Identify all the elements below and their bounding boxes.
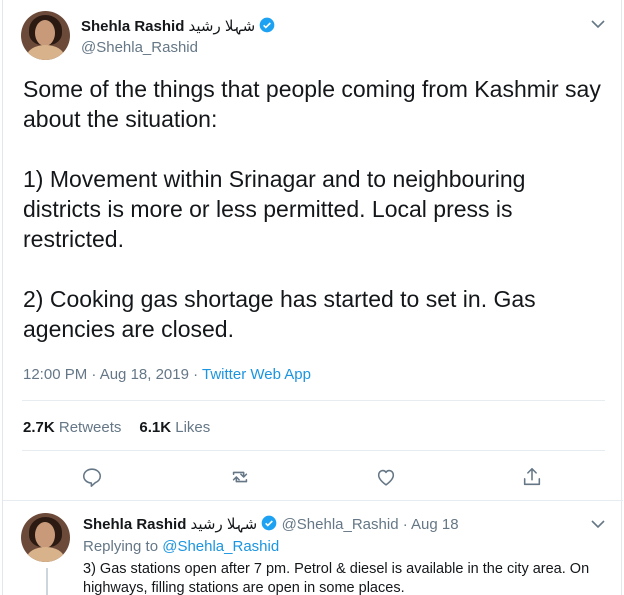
tweet-timestamp[interactable]: 12:00 PM · Aug 18, 2019 · <box>23 366 202 383</box>
retweet-icon[interactable] <box>229 466 251 488</box>
tweet-paragraph-2: 1) Movement within Srinagar and to neigh… <box>23 166 526 252</box>
source-app-link[interactable]: Twitter Web App <box>202 366 311 383</box>
reply-avatar[interactable] <box>21 513 70 562</box>
tweet-metadata: 12:00 PM · Aug 18, 2019 · Twitter Web Ap… <box>23 366 311 383</box>
replying-to-link[interactable]: @Shehla_Rashid <box>162 538 279 555</box>
verified-badge-icon <box>260 17 275 33</box>
author-name-text[interactable]: Shehla Rashid <box>81 18 184 35</box>
tweet-body: Some of the things that people coming fr… <box>23 74 603 374</box>
reply-author-line: Shehla Rashid شہلا رشید @Shehla_Rashid ·… <box>83 515 459 533</box>
divider <box>22 450 605 451</box>
divider <box>22 400 605 401</box>
retweets-count: 2.7K <box>23 419 55 436</box>
tweet-frame: Shehla Rashid شہلا رشید @Shehla_Rashid S… <box>2 0 623 595</box>
tweet-paragraph-1: Some of the things that people coming fr… <box>23 76 601 132</box>
retweets-label: Retweets <box>58 419 122 436</box>
share-icon[interactable] <box>521 466 543 488</box>
replying-prefix: Replying to <box>83 538 163 555</box>
reply-icon[interactable] <box>81 466 103 488</box>
reply-tweet-body: 3) Gas stations open after 7 pm. Petrol … <box>83 561 590 595</box>
avatar[interactable] <box>21 11 70 60</box>
like-icon[interactable] <box>375 466 397 488</box>
divider <box>3 500 623 501</box>
author-name-urdu: شہلا رشید <box>188 18 256 35</box>
likes-label: Likes <box>175 419 211 436</box>
chevron-down-icon[interactable] <box>591 20 605 29</box>
tweet-paragraph-3: 2) Cooking gas shortage has started to s… <box>23 286 536 342</box>
thread-line <box>46 568 48 595</box>
likes-stat[interactable]: 6.1K Likes <box>139 419 210 436</box>
likes-count: 6.1K <box>139 419 172 436</box>
replying-to: Replying to @Shehla_Rashid <box>83 538 279 555</box>
author-name[interactable]: Shehla Rashid شہلا رشید <box>81 17 275 35</box>
reply-author-name[interactable]: Shehla Rashid <box>83 516 186 533</box>
verified-badge-icon <box>262 515 277 531</box>
author-handle[interactable]: @Shehla_Rashid <box>81 39 198 56</box>
reply-author-name-urdu: شہلا رشید <box>190 516 258 533</box>
chevron-down-icon[interactable] <box>591 520 605 529</box>
reply-handle-date[interactable]: @Shehla_Rashid · Aug 18 <box>282 516 459 533</box>
tweet-stats: 2.7K Retweets 6.1K Likes <box>23 419 210 436</box>
retweets-stat[interactable]: 2.7K Retweets <box>23 419 121 436</box>
